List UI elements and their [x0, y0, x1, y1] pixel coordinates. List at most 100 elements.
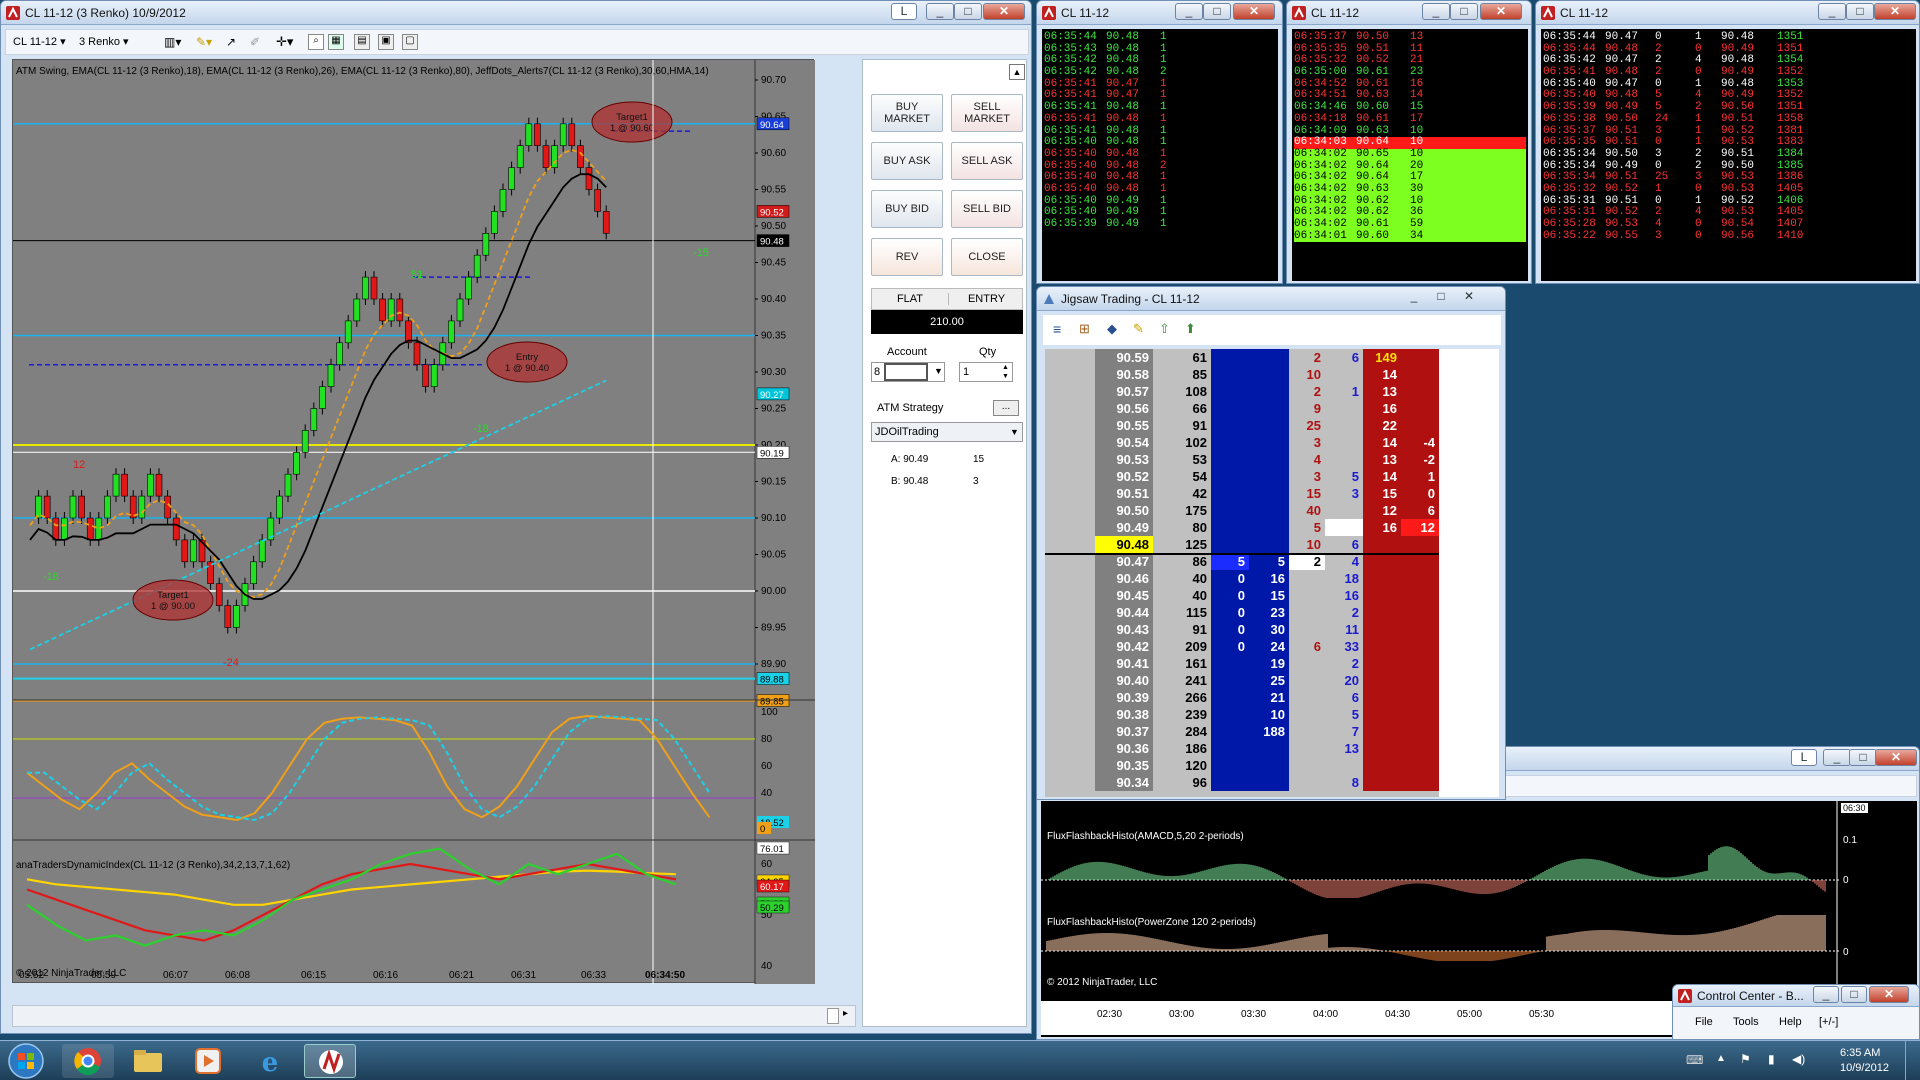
ladder-cell[interactable]: 3	[1289, 434, 1325, 451]
ladder-row[interactable]: 90.53 53 4 13 -2	[1045, 451, 1497, 468]
ladder-cell[interactable]	[1045, 621, 1095, 638]
ts-row[interactable]: 06:35:40 90.48 1	[1044, 183, 1276, 196]
ladder-cell[interactable]: 90.34	[1095, 774, 1153, 791]
ladder-cell[interactable]	[1211, 366, 1249, 383]
scroll-right-icon[interactable]: ▸	[843, 1008, 848, 1019]
ladder-cell[interactable]	[1401, 774, 1439, 791]
ladder-cell[interactable]	[1401, 400, 1439, 417]
ladder-cell[interactable]	[1045, 706, 1095, 723]
ladder-cell[interactable]	[1211, 723, 1249, 740]
ladder-cell[interactable]	[1249, 366, 1289, 383]
ladder-cell[interactable]	[1249, 740, 1289, 757]
ladder-cell[interactable]: 161	[1153, 655, 1211, 672]
ts-row[interactable]: 06:35:44 90.48 1	[1044, 31, 1276, 44]
ts-row[interactable]: 06:34:02 90.63 30	[1294, 183, 1526, 196]
start-button[interactable]	[4, 1042, 52, 1080]
ladder-cell[interactable]	[1289, 740, 1325, 757]
ts3-titlebar[interactable]: CL 11-12 _ □ ✕	[1536, 1, 1919, 25]
maximize-button[interactable]: □	[1849, 749, 1877, 766]
ladder-cell[interactable]: 90.59	[1095, 349, 1153, 366]
ladder-cell[interactable]: 90.45	[1095, 587, 1153, 604]
ladder-cell[interactable]	[1363, 536, 1401, 553]
ladder-cell[interactable]	[1211, 689, 1249, 706]
ladder-cell[interactable]: 90.57	[1095, 383, 1153, 400]
ladder-cell[interactable]: 90.55	[1095, 417, 1153, 434]
scroll-thumb[interactable]	[827, 1008, 839, 1024]
minimize-button[interactable]: _	[1813, 986, 1839, 1003]
ladder-cell[interactable]: 5	[1325, 706, 1363, 723]
ts2-list[interactable]: 06:35:37 90.50 13 06:35:35 90.51 11 06:35:32 90…	[1292, 29, 1528, 281]
ladder-cell[interactable]: 5	[1249, 553, 1289, 570]
minimize-button[interactable]: _	[1175, 3, 1203, 20]
ladder-cell[interactable]: 18	[1325, 570, 1363, 587]
ladder-cell[interactable]	[1363, 723, 1401, 740]
ladder-cell[interactable]	[1045, 434, 1095, 451]
ladder-cell[interactable]	[1401, 417, 1439, 434]
maximize-button[interactable]: □	[1450, 3, 1478, 20]
ladder-cell[interactable]: 0	[1211, 604, 1249, 621]
ladder-cell[interactable]	[1045, 604, 1095, 621]
ladder-cell[interactable]	[1249, 774, 1289, 791]
ladder-cell[interactable]	[1211, 706, 1249, 723]
ladder-cell[interactable]	[1363, 740, 1401, 757]
chrome-taskbar-button[interactable]	[62, 1044, 114, 1078]
ladder-cell[interactable]	[1363, 757, 1401, 774]
ladder-shield-icon[interactable]: ◆	[1107, 321, 1117, 337]
ladder-cell[interactable]	[1401, 621, 1439, 638]
ladder-row[interactable]: 90.57 108 2 1 13	[1045, 383, 1497, 400]
maximize-button[interactable]: □	[1203, 3, 1231, 20]
ladder-cell[interactable]: 19	[1249, 655, 1289, 672]
jigsaw-titlebar[interactable]: Jigsaw Trading - CL 11-12 _ □ ✕	[1037, 287, 1505, 311]
ladder-cell[interactable]	[1325, 417, 1363, 434]
ladder-cell[interactable]	[1045, 553, 1095, 570]
properties-icon[interactable]: ▣	[378, 34, 394, 50]
ladder-row[interactable]: 90.52 54 3 5 14 1	[1045, 468, 1497, 485]
ladder-cell[interactable]: 91	[1153, 417, 1211, 434]
show-desktop-button[interactable]	[1905, 1041, 1920, 1080]
data-box-icon[interactable]: ▢	[402, 34, 418, 50]
reverse-button[interactable]: REV	[871, 238, 943, 276]
indicators-icon[interactable]: ▦	[328, 34, 344, 50]
ladder-cell[interactable]	[1401, 536, 1439, 553]
ladder-cell[interactable]: 96	[1153, 774, 1211, 791]
ladder-recenter-icon[interactable]: ⇧	[1159, 321, 1170, 337]
ladder-cell[interactable]: 90.42	[1095, 638, 1153, 655]
ladder-cell[interactable]: 90.52	[1095, 468, 1153, 485]
ladder-cell[interactable]	[1249, 400, 1289, 417]
ladder-cell[interactable]: 7	[1325, 723, 1363, 740]
ladder-cell[interactable]: 10	[1289, 536, 1325, 553]
ladder-cell[interactable]: 6	[1325, 349, 1363, 366]
ladder-cell[interactable]	[1045, 740, 1095, 757]
ladder-cell[interactable]	[1249, 485, 1289, 502]
ladder-cell[interactable]	[1211, 740, 1249, 757]
maximize-button[interactable]: □	[954, 3, 982, 20]
ladder-cell[interactable]: 90.53	[1095, 451, 1153, 468]
ladder-cell[interactable]	[1325, 757, 1363, 774]
buy-ask-button[interactable]: BUY ASK	[871, 142, 943, 180]
ladder-cell[interactable]: 85	[1153, 366, 1211, 383]
ts-row[interactable]: 06:35:38 90.50 24 1 90.51 1358	[1543, 113, 1914, 126]
ladder-cell[interactable]	[1363, 553, 1401, 570]
ladder-cell[interactable]	[1249, 536, 1289, 553]
ladder-cell[interactable]	[1363, 706, 1401, 723]
ladder-cell[interactable]	[1045, 638, 1095, 655]
ladder-cell[interactable]	[1363, 689, 1401, 706]
ladder-cell[interactable]: 2	[1289, 553, 1325, 570]
menu-help[interactable]: Help	[1779, 1016, 1802, 1028]
ladder-cell[interactable]	[1211, 672, 1249, 689]
ladder-cell[interactable]: 90.37	[1095, 723, 1153, 740]
ladder-cell[interactable]	[1401, 570, 1439, 587]
ladder-row[interactable]: 90.49 80 5 16 12	[1045, 519, 1497, 536]
ladder-cell[interactable]	[1289, 604, 1325, 621]
ladder-cell[interactable]	[1325, 366, 1363, 383]
ladder-cell[interactable]	[1249, 383, 1289, 400]
ladder-cell[interactable]: 90.51	[1095, 485, 1153, 502]
control-center-titlebar[interactable]: Control Center - B... _ □ ✕	[1673, 985, 1919, 1007]
ladder-cell[interactable]: 40	[1153, 587, 1211, 604]
buy-bid-button[interactable]: BUY BID	[871, 190, 943, 228]
ladder-cell[interactable]: 6	[1325, 689, 1363, 706]
ladder-cell[interactable]: 23	[1249, 604, 1289, 621]
ladder-cell[interactable]: 2	[1325, 604, 1363, 621]
ts3-list[interactable]: 06:35:44 90.47 0 1 90.48 1351 06:35:44 90.48 2 0 9…	[1541, 29, 1916, 281]
ladder-cell[interactable]: 0	[1401, 485, 1439, 502]
